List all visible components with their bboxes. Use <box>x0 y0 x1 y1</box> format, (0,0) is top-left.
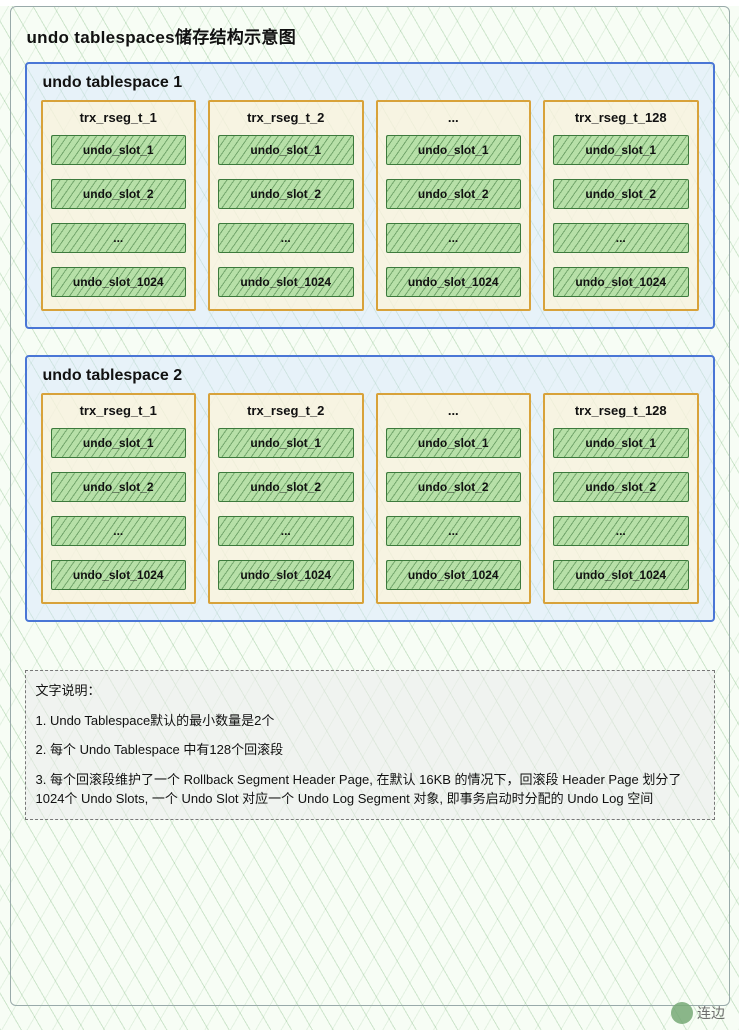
undo-slot: ... <box>553 516 689 546</box>
undo-slot: undo_slot_1 <box>553 135 689 165</box>
tablespace-2-rsegs: trx_rseg_t_1 undo_slot_1 undo_slot_2 ...… <box>41 393 699 604</box>
tablespace-2: undo tablespace 2 trx_rseg_t_1 undo_slot… <box>25 355 715 622</box>
undo-slot: undo_slot_1 <box>51 135 187 165</box>
diagram-title: undo tablespaces储存结构示意图 <box>27 23 715 48</box>
undo-slot: undo_slot_1 <box>51 428 187 458</box>
rseg-box: ... undo_slot_1 undo_slot_2 ... undo_slo… <box>376 100 532 311</box>
tablespace-1: undo tablespace 1 trx_rseg_t_1 undo_slot… <box>25 62 715 329</box>
undo-slot: undo_slot_2 <box>386 179 522 209</box>
undo-slot: undo_slot_1024 <box>553 560 689 590</box>
undo-slot: undo_slot_1024 <box>218 267 354 297</box>
rseg-box: trx_rseg_t_1 undo_slot_1 undo_slot_2 ...… <box>41 393 197 604</box>
undo-slot: undo_slot_2 <box>553 179 689 209</box>
rseg-label: trx_rseg_t_2 <box>247 403 324 418</box>
undo-slot: undo_slot_2 <box>51 179 187 209</box>
undo-slot: undo_slot_2 <box>51 472 187 502</box>
rseg-label: ... <box>448 403 459 418</box>
undo-slot: ... <box>51 516 187 546</box>
watermark-text: 连边 <box>697 1003 725 1023</box>
rseg-box: trx_rseg_t_128 undo_slot_1 undo_slot_2 .… <box>543 393 699 604</box>
undo-slot: undo_slot_1 <box>218 135 354 165</box>
undo-slot: undo_slot_1024 <box>553 267 689 297</box>
rseg-label: trx_rseg_t_1 <box>80 110 157 125</box>
rseg-label: trx_rseg_t_1 <box>80 403 157 418</box>
rseg-label: trx_rseg_t_128 <box>575 403 667 418</box>
notes-heading: 文字说明： <box>36 681 704 701</box>
rseg-label: trx_rseg_t_128 <box>575 110 667 125</box>
undo-slot: undo_slot_1024 <box>51 267 187 297</box>
undo-slot: undo_slot_1024 <box>386 267 522 297</box>
undo-slot: ... <box>218 516 354 546</box>
undo-slot: undo_slot_1024 <box>51 560 187 590</box>
rseg-label: trx_rseg_t_2 <box>247 110 324 125</box>
rseg-box: trx_rseg_t_2 undo_slot_1 undo_slot_2 ...… <box>208 393 364 604</box>
undo-slot: undo_slot_1 <box>386 135 522 165</box>
rseg-box: trx_rseg_t_2 undo_slot_1 undo_slot_2 ...… <box>208 100 364 311</box>
undo-slot: ... <box>51 223 187 253</box>
notes-item-1: 1. Undo Tablespace默认的最小数量是2个 <box>36 711 704 731</box>
tablespace-2-label: undo tablespace 2 <box>43 367 699 385</box>
tablespace-1-label: undo tablespace 1 <box>43 74 699 92</box>
watermark: 连边 <box>671 1002 725 1024</box>
undo-slot: undo_slot_2 <box>218 179 354 209</box>
undo-slot: undo_slot_2 <box>218 472 354 502</box>
rseg-box: trx_rseg_t_128 undo_slot_1 undo_slot_2 .… <box>543 100 699 311</box>
rseg-label: ... <box>448 110 459 125</box>
watermark-icon <box>671 1002 693 1024</box>
undo-slot: ... <box>553 223 689 253</box>
undo-slot: undo_slot_1 <box>553 428 689 458</box>
notes-item-2: 2. 每个 Undo Tablespace 中有128个回滚段 <box>36 740 704 760</box>
undo-slot: undo_slot_2 <box>553 472 689 502</box>
undo-slot: ... <box>386 223 522 253</box>
rseg-box: ... undo_slot_1 undo_slot_2 ... undo_slo… <box>376 393 532 604</box>
tablespace-1-rsegs: trx_rseg_t_1 undo_slot_1 undo_slot_2 ...… <box>41 100 699 311</box>
undo-slot: ... <box>218 223 354 253</box>
diagram-frame: undo tablespaces储存结构示意图 undo tablespace … <box>10 6 730 1006</box>
undo-slot: undo_slot_1024 <box>386 560 522 590</box>
notes-item-3: 3. 每个回滚段维护了一个 Rollback Segment Header Pa… <box>36 770 704 809</box>
notes-box: 文字说明： 1. Undo Tablespace默认的最小数量是2个 2. 每个… <box>25 670 715 820</box>
undo-slot: undo_slot_1 <box>386 428 522 458</box>
undo-slot: undo_slot_1 <box>218 428 354 458</box>
rseg-box: trx_rseg_t_1 undo_slot_1 undo_slot_2 ...… <box>41 100 197 311</box>
undo-slot: undo_slot_1024 <box>218 560 354 590</box>
undo-slot: ... <box>386 516 522 546</box>
undo-slot: undo_slot_2 <box>386 472 522 502</box>
